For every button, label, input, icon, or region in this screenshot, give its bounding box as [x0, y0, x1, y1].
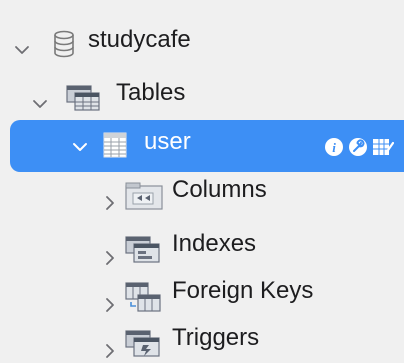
chevron-down-icon[interactable]	[14, 42, 30, 58]
columns-label: Columns	[172, 176, 267, 203]
indexes-label: Indexes	[172, 230, 257, 257]
chevron-right-icon[interactable]	[102, 195, 118, 211]
indexes-folder-icon	[125, 236, 161, 269]
folder-tables-icon	[66, 85, 100, 116]
chevron-down-icon[interactable]	[72, 139, 88, 155]
foreign-keys-label: Foreign Keys	[172, 277, 314, 304]
chevron-down-icon[interactable]	[32, 96, 48, 112]
wrench-icon[interactable]	[348, 137, 368, 157]
triggers-label: Triggers	[172, 324, 260, 351]
table-grid-icon	[103, 132, 127, 163]
edit-table-icon[interactable]	[372, 137, 395, 157]
schema-tree: studycafe Tables user i Columns Indexes …	[0, 0, 404, 358]
database-icon	[53, 30, 75, 63]
triggers-folder-icon	[125, 330, 161, 363]
chevron-right-icon[interactable]	[102, 343, 118, 359]
info-icon[interactable]: i	[324, 137, 344, 157]
database-label: studycafe	[88, 26, 191, 53]
foreign-keys-icon	[125, 282, 161, 317]
svg-text:i: i	[332, 140, 336, 155]
tables-group-label: Tables	[116, 79, 186, 106]
chevron-right-icon[interactable]	[102, 250, 118, 266]
selected-row-highlight	[10, 120, 404, 172]
chevron-right-icon[interactable]	[102, 297, 118, 313]
table-user-label: user	[144, 128, 191, 155]
columns-folder-icon	[125, 182, 165, 215]
